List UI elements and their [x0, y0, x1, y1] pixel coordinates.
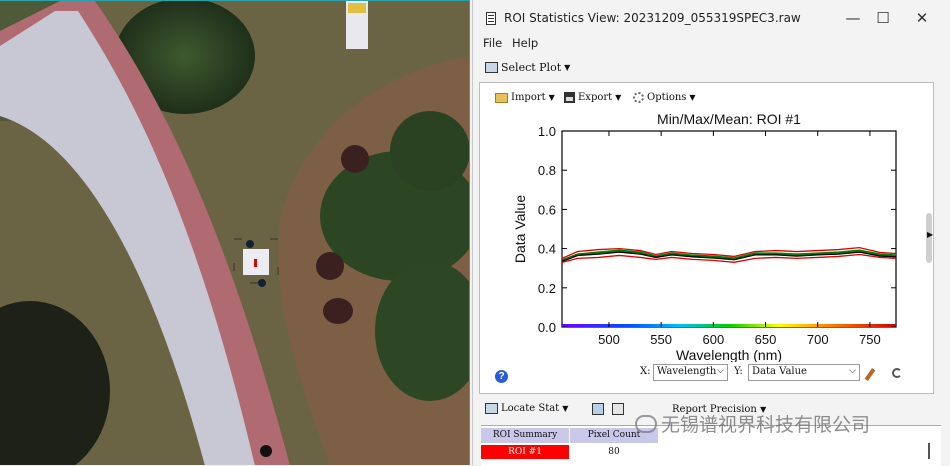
roi-statistics-window: ROI Statistics View: 20231209_055319SPEC…: [472, 0, 950, 466]
window-title: ROI Statistics View: 20231209_055319SPEC…: [504, 11, 801, 25]
options-label: Options: [647, 92, 687, 103]
x-tick-label: 750: [859, 332, 881, 347]
menu-file[interactable]: File: [483, 36, 502, 50]
refresh-icon[interactable]: [892, 368, 902, 378]
x-tick-label: 500: [598, 332, 620, 347]
grid-view-icon[interactable]: [592, 403, 604, 415]
plot-area: [561, 130, 897, 328]
maximize-button[interactable]: ☐: [868, 8, 898, 28]
y-tick-label: 0.6: [538, 202, 556, 217]
folder-icon: [495, 92, 508, 103]
menu-help[interactable]: Help: [512, 36, 538, 50]
table-cell-pixel-count[interactable]: 80: [570, 445, 658, 459]
spectral-chart[interactable]: Min/Max/Mean: ROI #1 0.0 0.2 0.4 0.6 0.8 1.0 50…: [480, 107, 920, 362]
x-tick-label: 650: [755, 332, 777, 347]
pen-icon[interactable]: [864, 368, 876, 381]
import-button[interactable]: Import ▼: [495, 92, 555, 103]
chevron-down-icon: ▼: [689, 93, 696, 102]
spectrum-bar: [562, 324, 896, 327]
y-axis-label: Y:: [734, 366, 743, 377]
close-button[interactable]: ✕: [907, 8, 937, 28]
y-tick-label: 0.8: [538, 163, 556, 178]
chevron-down-icon: ⌵: [717, 366, 724, 376]
y-tick-label: 0.2: [538, 281, 556, 296]
document-icon: [486, 12, 496, 25]
y-tick-label: 0.0: [538, 320, 556, 335]
select-plot-label: Select Plot: [501, 60, 562, 74]
wechat-icon: [635, 414, 657, 433]
aerial-image-view[interactable]: [0, 0, 470, 465]
x-axis-value: Wavelength: [657, 366, 717, 377]
x-axis-label: X:: [640, 366, 651, 377]
gear-icon: [633, 92, 644, 103]
locate-stat-button[interactable]: Locate Stat ▼: [485, 403, 568, 414]
x-tick-label: 700: [807, 332, 829, 347]
expand-arrow-icon[interactable]: ▶: [927, 230, 933, 239]
plot-panel: Import ▼ Export ▼ Options ▼ Min/Max/Mean…: [479, 82, 934, 394]
chevron-down-icon: ⌵: [849, 366, 856, 376]
x-axis-title: Wavelength (nm): [676, 347, 782, 362]
watermark: 无锡谱视界科技有限公司: [635, 410, 870, 437]
x-axis-select[interactable]: Wavelength ⌵: [653, 364, 728, 381]
table-cell-roi-name[interactable]: ROI #1: [481, 445, 569, 459]
minimize-button[interactable]: —: [838, 8, 868, 28]
table-scrollbar[interactable]: [928, 443, 930, 459]
table-view-icon[interactable]: [612, 403, 624, 415]
import-label: Import: [511, 92, 546, 103]
watermark-text: 无锡谱视界科技有限公司: [661, 414, 871, 436]
table-header-roi-summary: ROI Summary: [481, 428, 570, 443]
y-axis-title: Data Value: [512, 195, 528, 263]
chevron-down-icon: ▼: [562, 404, 569, 413]
export-label: Export: [578, 92, 613, 103]
options-button[interactable]: Options ▼: [633, 92, 696, 103]
menu-bar: File Help: [473, 36, 950, 54]
select-plot-button[interactable]: Select Plot ▼: [485, 59, 570, 75]
chart-title: Min/Max/Mean: ROI #1: [657, 111, 801, 127]
y-tick-label: 0.4: [538, 242, 556, 257]
chevron-down-icon: ▼: [548, 93, 555, 102]
help-icon[interactable]: ?: [495, 370, 508, 383]
export-button[interactable]: Export ▼: [564, 92, 621, 103]
save-icon: [564, 92, 575, 103]
x-tick-label: 550: [650, 332, 672, 347]
locate-stat-label: Locate Stat: [501, 403, 560, 414]
title-bar[interactable]: ROI Statistics View: 20231209_055319SPEC…: [473, 0, 950, 36]
y-axis-value: Data Value: [752, 366, 807, 377]
aerial-image: [0, 1, 469, 465]
y-axis-select[interactable]: Data Value ⌵: [748, 364, 860, 381]
chevron-down-icon: ▼: [615, 93, 622, 102]
y-tick-label: 1.0: [538, 124, 556, 139]
x-tick-label: 600: [702, 332, 724, 347]
plot-icon: [485, 61, 498, 73]
stat-icon: [485, 403, 498, 414]
chevron-down-icon: ▼: [564, 62, 571, 72]
